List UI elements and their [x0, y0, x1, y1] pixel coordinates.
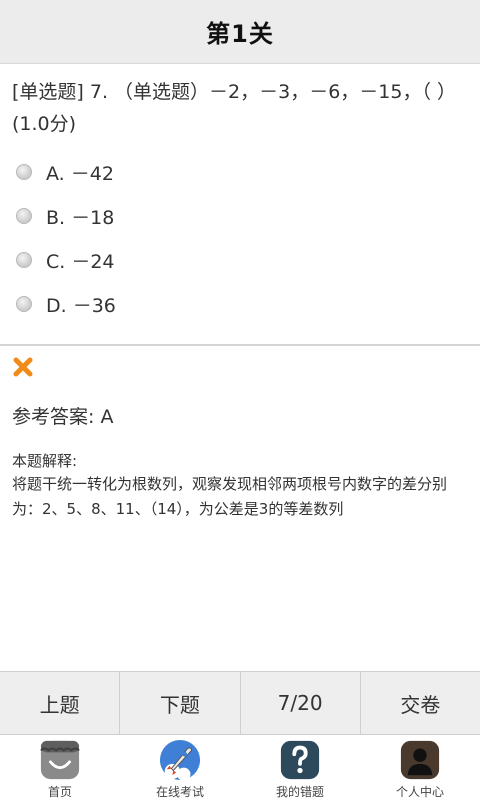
home-icon	[40, 740, 80, 780]
tab-home[interactable]: 首页	[0, 735, 120, 800]
rocket-icon	[159, 739, 201, 781]
tab-label: 在线考试	[155, 785, 204, 799]
option-label: D. －36	[46, 294, 116, 317]
radio-button-icon[interactable]	[16, 208, 32, 224]
tab-label: 首页	[47, 785, 72, 799]
radio-button-icon[interactable]	[16, 296, 32, 312]
next-question-button[interactable]: 下题	[120, 672, 241, 734]
option-list: A. －42 B. －18 C. －24 D. －36	[16, 150, 456, 326]
question-text: [单选题] 7. （单选题）－2，－3，－6，－15，（ ）(1.0分)	[12, 81, 457, 135]
tab-my-mistakes[interactable]: 我的错题	[240, 735, 360, 800]
question-action-bar: 上题 下题 7/20 交卷	[0, 671, 480, 735]
section-divider	[0, 344, 480, 346]
option-d[interactable]: D. －36	[16, 282, 456, 326]
tab-online-exam[interactable]: 在线考试	[120, 735, 240, 800]
radio-button-icon[interactable]	[16, 164, 32, 180]
tab-label: 我的错题	[275, 785, 324, 799]
option-label: C. －24	[46, 250, 115, 273]
option-b[interactable]: B. －18	[16, 194, 456, 238]
reference-answer: 参考答案: A	[12, 406, 114, 428]
option-label: B. －18	[46, 206, 115, 229]
prev-question-button[interactable]: 上题	[0, 672, 121, 734]
option-c[interactable]: C. －24	[16, 238, 456, 282]
bottom-tab-bar: 首页 在线考试 我的错题 个人中心	[0, 735, 480, 800]
submit-paper-button[interactable]: 交卷	[361, 672, 480, 734]
progress-indicator[interactable]: 7/20	[241, 672, 361, 734]
wrong-x-icon	[13, 357, 33, 377]
user-icon	[400, 740, 440, 780]
radio-button-icon[interactable]	[16, 252, 32, 268]
title-bar: 第1关	[0, 0, 480, 64]
page-title: 第1关	[206, 20, 274, 48]
option-a[interactable]: A. －42	[16, 150, 456, 194]
option-label: A. －42	[46, 162, 114, 185]
question-icon	[280, 740, 320, 780]
tab-personal-center[interactable]: 个人中心	[360, 735, 480, 800]
explanation-body: 将题干统一转化为根数列，观察发现相邻两项根号内数字的差分别为：2、5、8、11、…	[12, 475, 448, 518]
tab-label: 个人中心	[395, 785, 444, 799]
explanation-title: 本题解释:	[12, 452, 78, 470]
